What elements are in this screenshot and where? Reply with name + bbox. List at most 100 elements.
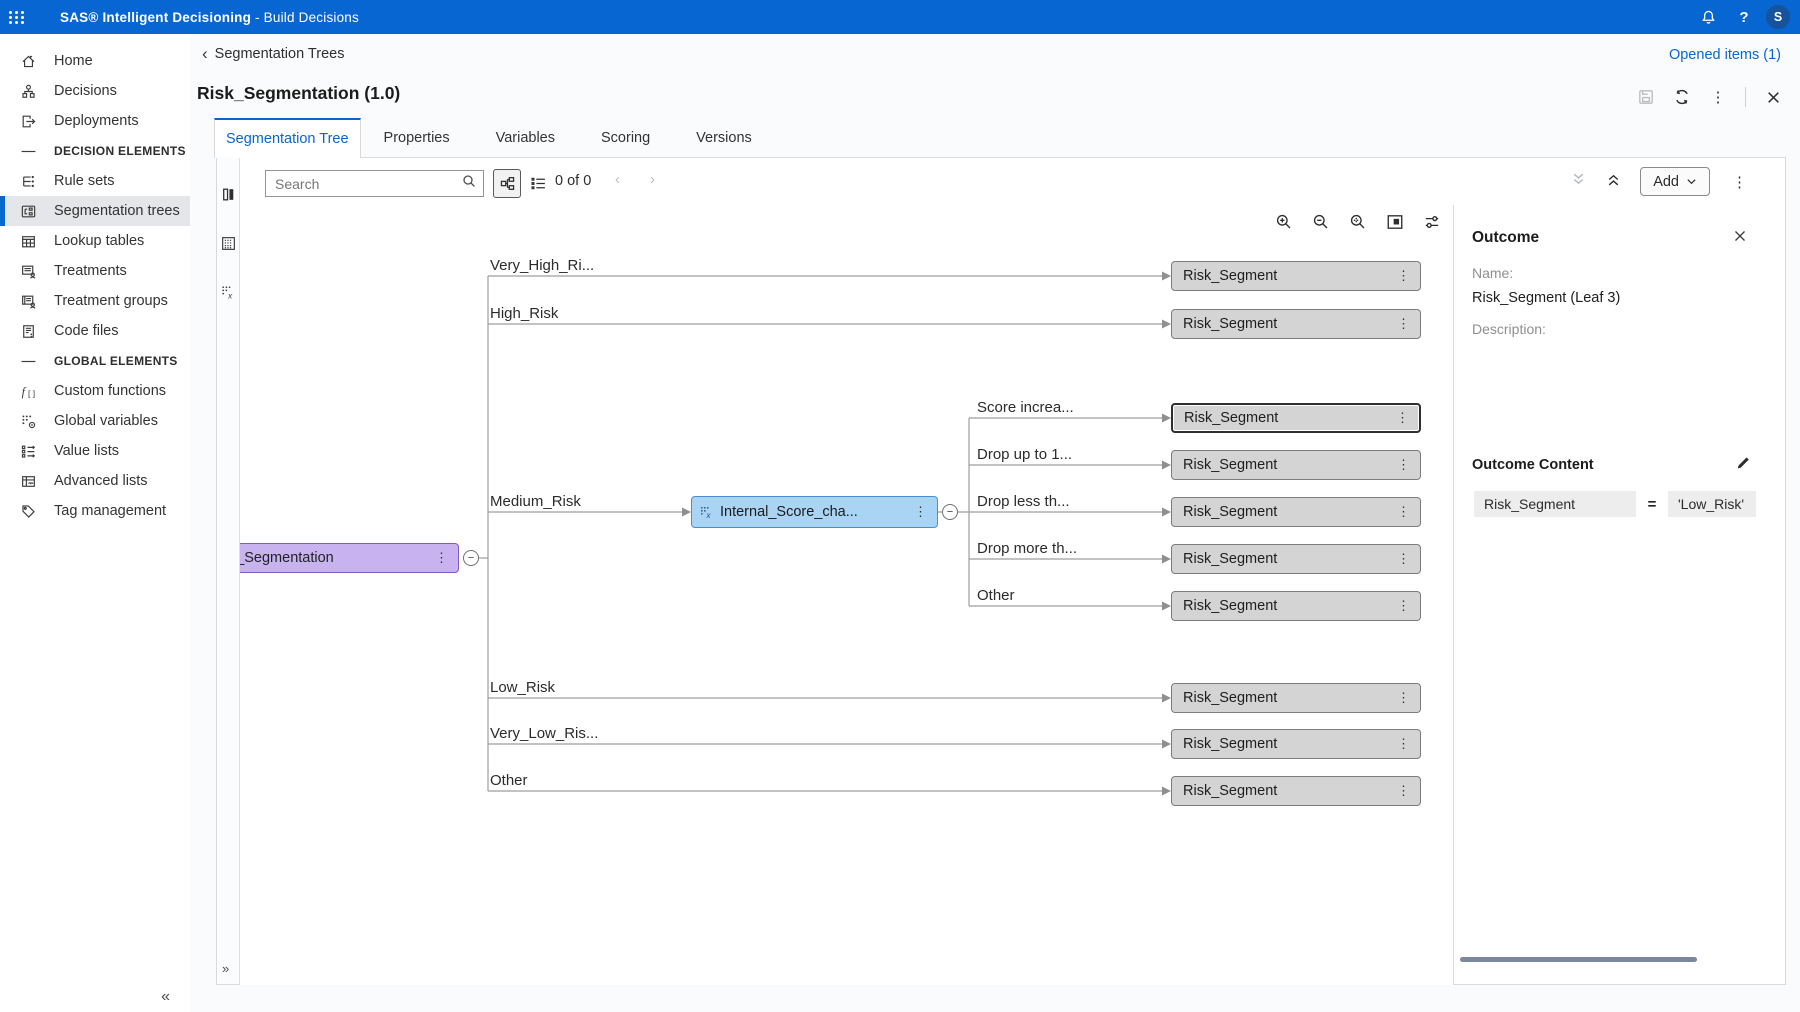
refresh-icon[interactable]	[1669, 84, 1695, 110]
sidebar-item-lookup-tables[interactable]: Lookup tables	[0, 226, 190, 256]
branch-label-drop-less[interactable]: Drop less th...	[977, 493, 1070, 510]
toolbar-more-icon[interactable]: ⋮	[1728, 173, 1751, 191]
branch-label-very-high-risk[interactable]: Very_High_Ri...	[490, 257, 594, 274]
tab-scoring[interactable]: Scoring	[578, 118, 673, 157]
collapse-toggle-internal[interactable]: −	[942, 504, 958, 520]
treatment-groups-icon	[20, 293, 37, 310]
sidebar-item-segmentation-trees[interactable]: Segmentation trees	[0, 196, 190, 226]
variables-panel-icon[interactable]: x	[220, 284, 237, 301]
sidebar-item-advanced-lists[interactable]: Advanced lists	[0, 466, 190, 496]
app-launcher-icon[interactable]	[0, 0, 34, 34]
sidebar-item-custom-functions[interactable]: f[ ] Custom functions	[0, 376, 190, 406]
branch-label-very-low-risk[interactable]: Very_Low_Ris...	[490, 725, 598, 742]
tree-node-risk-segment-6[interactable]: Risk_Segment⋮	[1171, 544, 1421, 574]
node-menu-icon[interactable]: ⋮	[1395, 736, 1412, 752]
zoom-out-icon[interactable]	[1312, 213, 1330, 231]
node-menu-icon[interactable]: ⋮	[912, 504, 929, 520]
tree-node-risk-segment-7[interactable]: Risk_Segment⋮	[1171, 591, 1421, 621]
sidebar-item-decisions[interactable]: Decisions	[0, 76, 190, 106]
tab-versions[interactable]: Versions	[673, 118, 775, 157]
tree-node-risk-segment-9[interactable]: Risk_Segment⋮	[1171, 729, 1421, 759]
segmentation-trees-icon	[20, 203, 37, 220]
branch-label-drop-more[interactable]: Drop more th...	[977, 540, 1077, 557]
tree-node-risk-segment-8[interactable]: Risk_Segment⋮	[1171, 683, 1421, 713]
panel-horizontal-scrollbar[interactable]	[1460, 957, 1697, 962]
assignment-value[interactable]: 'Low_Risk'	[1668, 491, 1756, 517]
tree-node-risk-segment-5[interactable]: Risk_Segment⋮	[1171, 497, 1421, 527]
collapse-toggle-root[interactable]: −	[463, 550, 479, 566]
branch-label-low-risk[interactable]: Low_Risk	[490, 679, 555, 696]
tree-node-risk-segment-4[interactable]: Risk_Segment⋮	[1171, 450, 1421, 480]
sidebar-item-global-variables[interactable]: Global variables	[0, 406, 190, 436]
node-menu-icon[interactable]: ⋮	[1395, 551, 1412, 567]
zoom-in-icon[interactable]	[1275, 213, 1293, 231]
sidebar-item-value-lists[interactable]: Value lists	[0, 436, 190, 466]
node-menu-icon[interactable]: ⋮	[1395, 316, 1412, 332]
close-icon[interactable]	[1760, 84, 1786, 110]
value-lists-icon	[20, 443, 37, 460]
layout-options-icon[interactable]	[1423, 213, 1441, 231]
tab-segmentation-tree[interactable]: Segmentation Tree	[214, 118, 361, 158]
tree-node-risk-segment-10[interactable]: Risk_Segment⋮	[1171, 776, 1421, 806]
svg-text:[ ]: [ ]	[28, 388, 35, 398]
sidebar-item-deployments[interactable]: Deployments	[0, 106, 190, 136]
tree-canvas[interactable]: Very_High_Ri... High_Risk Medium_Risk Lo…	[240, 205, 1453, 985]
more-options-icon[interactable]: ⋮	[1705, 84, 1731, 110]
breadcrumb[interactable]: ‹ Segmentation Trees	[202, 46, 344, 62]
outcome-panel: Outcome Name: Risk_Segment (Leaf 3) Desc…	[1453, 205, 1785, 984]
search-icon[interactable]	[461, 173, 477, 194]
node-menu-icon[interactable]: ⋮	[1395, 690, 1412, 706]
sidebar-item-rule-sets[interactable]: Rule sets	[0, 166, 190, 196]
tree-view-toggle[interactable]	[493, 169, 521, 198]
user-avatar[interactable]: S	[1766, 5, 1790, 29]
sidebar-collapse-icon[interactable]: «	[161, 988, 170, 1006]
tree-node-root[interactable]: Risk_Segmentation ⋮	[240, 543, 459, 573]
branch-label-other-2[interactable]: Other	[977, 587, 1015, 604]
node-menu-icon[interactable]: ⋮	[1394, 410, 1411, 426]
assignment-variable[interactable]: Risk_Segment	[1474, 491, 1636, 517]
node-menu-icon[interactable]: ⋮	[1395, 457, 1412, 473]
next-result-icon[interactable]: ›	[650, 171, 655, 188]
node-menu-icon[interactable]: ⋮	[1395, 504, 1412, 520]
notifications-bell-icon[interactable]	[1694, 3, 1722, 31]
opened-items-link[interactable]: Opened items (1)	[1669, 47, 1781, 63]
sidebar-item-treatment-groups[interactable]: Treatment groups	[0, 286, 190, 316]
zoom-fit-icon[interactable]	[1349, 213, 1367, 231]
node-menu-icon[interactable]: ⋮	[1395, 598, 1412, 614]
grid-panel-icon[interactable]	[220, 235, 237, 252]
collapse-all-icon[interactable]	[1570, 171, 1587, 193]
panel-columns-icon[interactable]	[220, 186, 237, 203]
tree-node-internal-score[interactable]: x Internal_Score_cha... ⋮	[691, 496, 938, 528]
help-icon[interactable]: ?	[1730, 3, 1758, 31]
branch-label-score-increase[interactable]: Score increa...	[977, 399, 1074, 416]
branch-label-medium-risk[interactable]: Medium_Risk	[490, 493, 581, 510]
previous-result-icon[interactable]: ‹	[615, 171, 620, 188]
edit-pencil-icon[interactable]	[1735, 455, 1751, 471]
sidebar-item-home[interactable]: Home	[0, 46, 190, 76]
advanced-lists-icon	[20, 473, 37, 490]
tree-node-risk-segment-3-selected[interactable]: Risk_Segment⋮	[1171, 403, 1421, 433]
node-menu-icon[interactable]: ⋮	[433, 550, 450, 566]
list-view-toggle[interactable]	[524, 169, 552, 198]
branch-label-high-risk[interactable]: High_Risk	[490, 305, 558, 322]
tree-node-risk-segment-1[interactable]: Risk_Segment⋮	[1171, 261, 1421, 291]
panel-close-icon[interactable]	[1733, 229, 1751, 247]
node-menu-icon[interactable]: ⋮	[1395, 783, 1412, 799]
tab-properties[interactable]: Properties	[361, 118, 473, 157]
deployments-icon	[20, 113, 37, 130]
tree-node-risk-segment-2[interactable]: Risk_Segment⋮	[1171, 309, 1421, 339]
search-input[interactable]	[266, 176, 461, 192]
expand-all-icon[interactable]	[1605, 171, 1622, 193]
strip-expand-icon[interactable]: »	[222, 961, 229, 976]
branch-label-other[interactable]: Other	[490, 772, 528, 789]
add-button[interactable]: Add	[1640, 167, 1710, 196]
sidebar-item-treatments[interactable]: Treatments	[0, 256, 190, 286]
tab-variables[interactable]: Variables	[473, 118, 578, 157]
sidebar-item-tag-management[interactable]: Tag management	[0, 496, 190, 526]
app-window: SAS® Intelligent Decisioning - Build Dec…	[0, 0, 1800, 1012]
node-menu-icon[interactable]: ⋮	[1395, 268, 1412, 284]
overview-map-icon[interactable]	[1386, 213, 1404, 231]
save-icon[interactable]	[1633, 84, 1659, 110]
branch-label-drop-up-to[interactable]: Drop up to 1...	[977, 446, 1072, 463]
sidebar-item-code-files[interactable]: Code files	[0, 316, 190, 346]
